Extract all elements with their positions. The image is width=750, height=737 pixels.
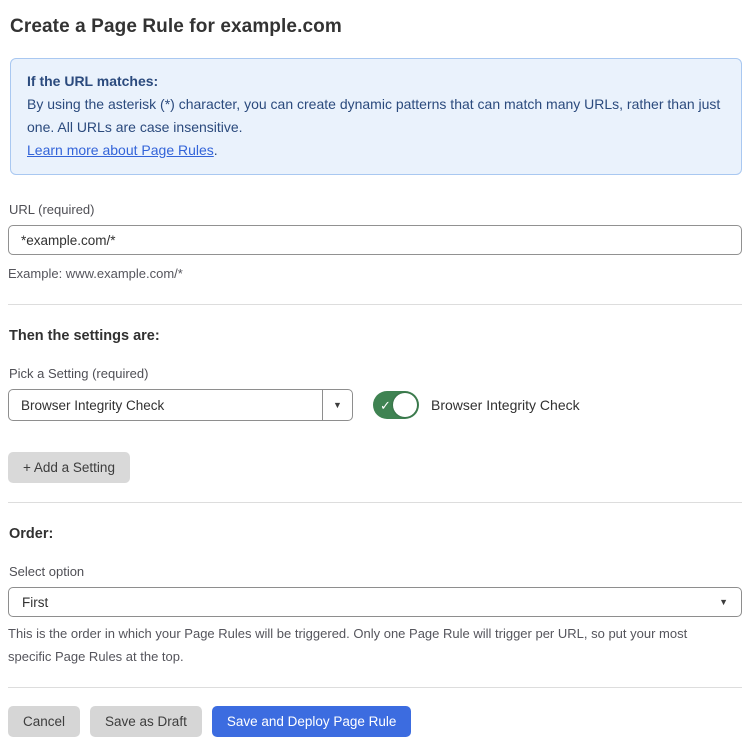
order-section-heading: Order: xyxy=(9,526,742,542)
check-icon: ✓ xyxy=(380,399,391,412)
learn-more-link[interactable]: Learn more about Page Rules xyxy=(27,142,214,158)
info-box-body: By using the asterisk (*) character, you… xyxy=(27,93,725,139)
url-field-label: URL (required) xyxy=(9,202,742,217)
info-box-title: If the URL matches: xyxy=(27,70,725,93)
toggle-knob xyxy=(393,393,417,417)
toggle-label: Browser Integrity Check xyxy=(431,397,580,413)
order-select[interactable]: First ▼ xyxy=(8,587,742,617)
order-select-value: First xyxy=(22,595,48,610)
divider xyxy=(8,502,742,503)
order-select-label: Select option xyxy=(9,564,742,579)
divider xyxy=(8,687,742,688)
save-as-draft-button[interactable]: Save as Draft xyxy=(90,706,202,737)
url-input[interactable] xyxy=(8,225,742,255)
info-box-link-line: Learn more about Page Rules. xyxy=(27,139,725,162)
form-actions: Cancel Save as Draft Save and Deploy Pag… xyxy=(8,706,742,737)
save-and-deploy-button[interactable]: Save and Deploy Page Rule xyxy=(212,706,412,737)
page-rule-form: Create a Page Rule for example.com If th… xyxy=(0,0,750,737)
url-match-info-box: If the URL matches: By using the asteris… xyxy=(10,58,742,175)
divider xyxy=(8,304,742,305)
setting-toggle-group: ✓ Browser Integrity Check xyxy=(373,391,580,419)
link-suffix: . xyxy=(214,142,218,158)
order-helper-text: This is the order in which your Page Rul… xyxy=(8,622,728,668)
setting-row: Browser Integrity Check ▼ ✓ Browser Inte… xyxy=(8,389,742,421)
settings-section-heading: Then the settings are: xyxy=(9,328,742,344)
cancel-button[interactable]: Cancel xyxy=(8,706,80,737)
browser-integrity-toggle[interactable]: ✓ xyxy=(373,391,419,419)
chevron-down-icon: ▼ xyxy=(719,597,728,607)
setting-picker-label: Pick a Setting (required) xyxy=(9,366,742,381)
setting-picker-select[interactable]: Browser Integrity Check ▼ xyxy=(8,389,353,421)
setting-picker-value: Browser Integrity Check xyxy=(9,390,322,420)
page-title: Create a Page Rule for example.com xyxy=(10,16,742,38)
chevron-down-icon: ▼ xyxy=(322,390,352,420)
url-field-helper: Example: www.example.com/* xyxy=(8,262,742,285)
add-setting-button[interactable]: + Add a Setting xyxy=(8,452,130,483)
